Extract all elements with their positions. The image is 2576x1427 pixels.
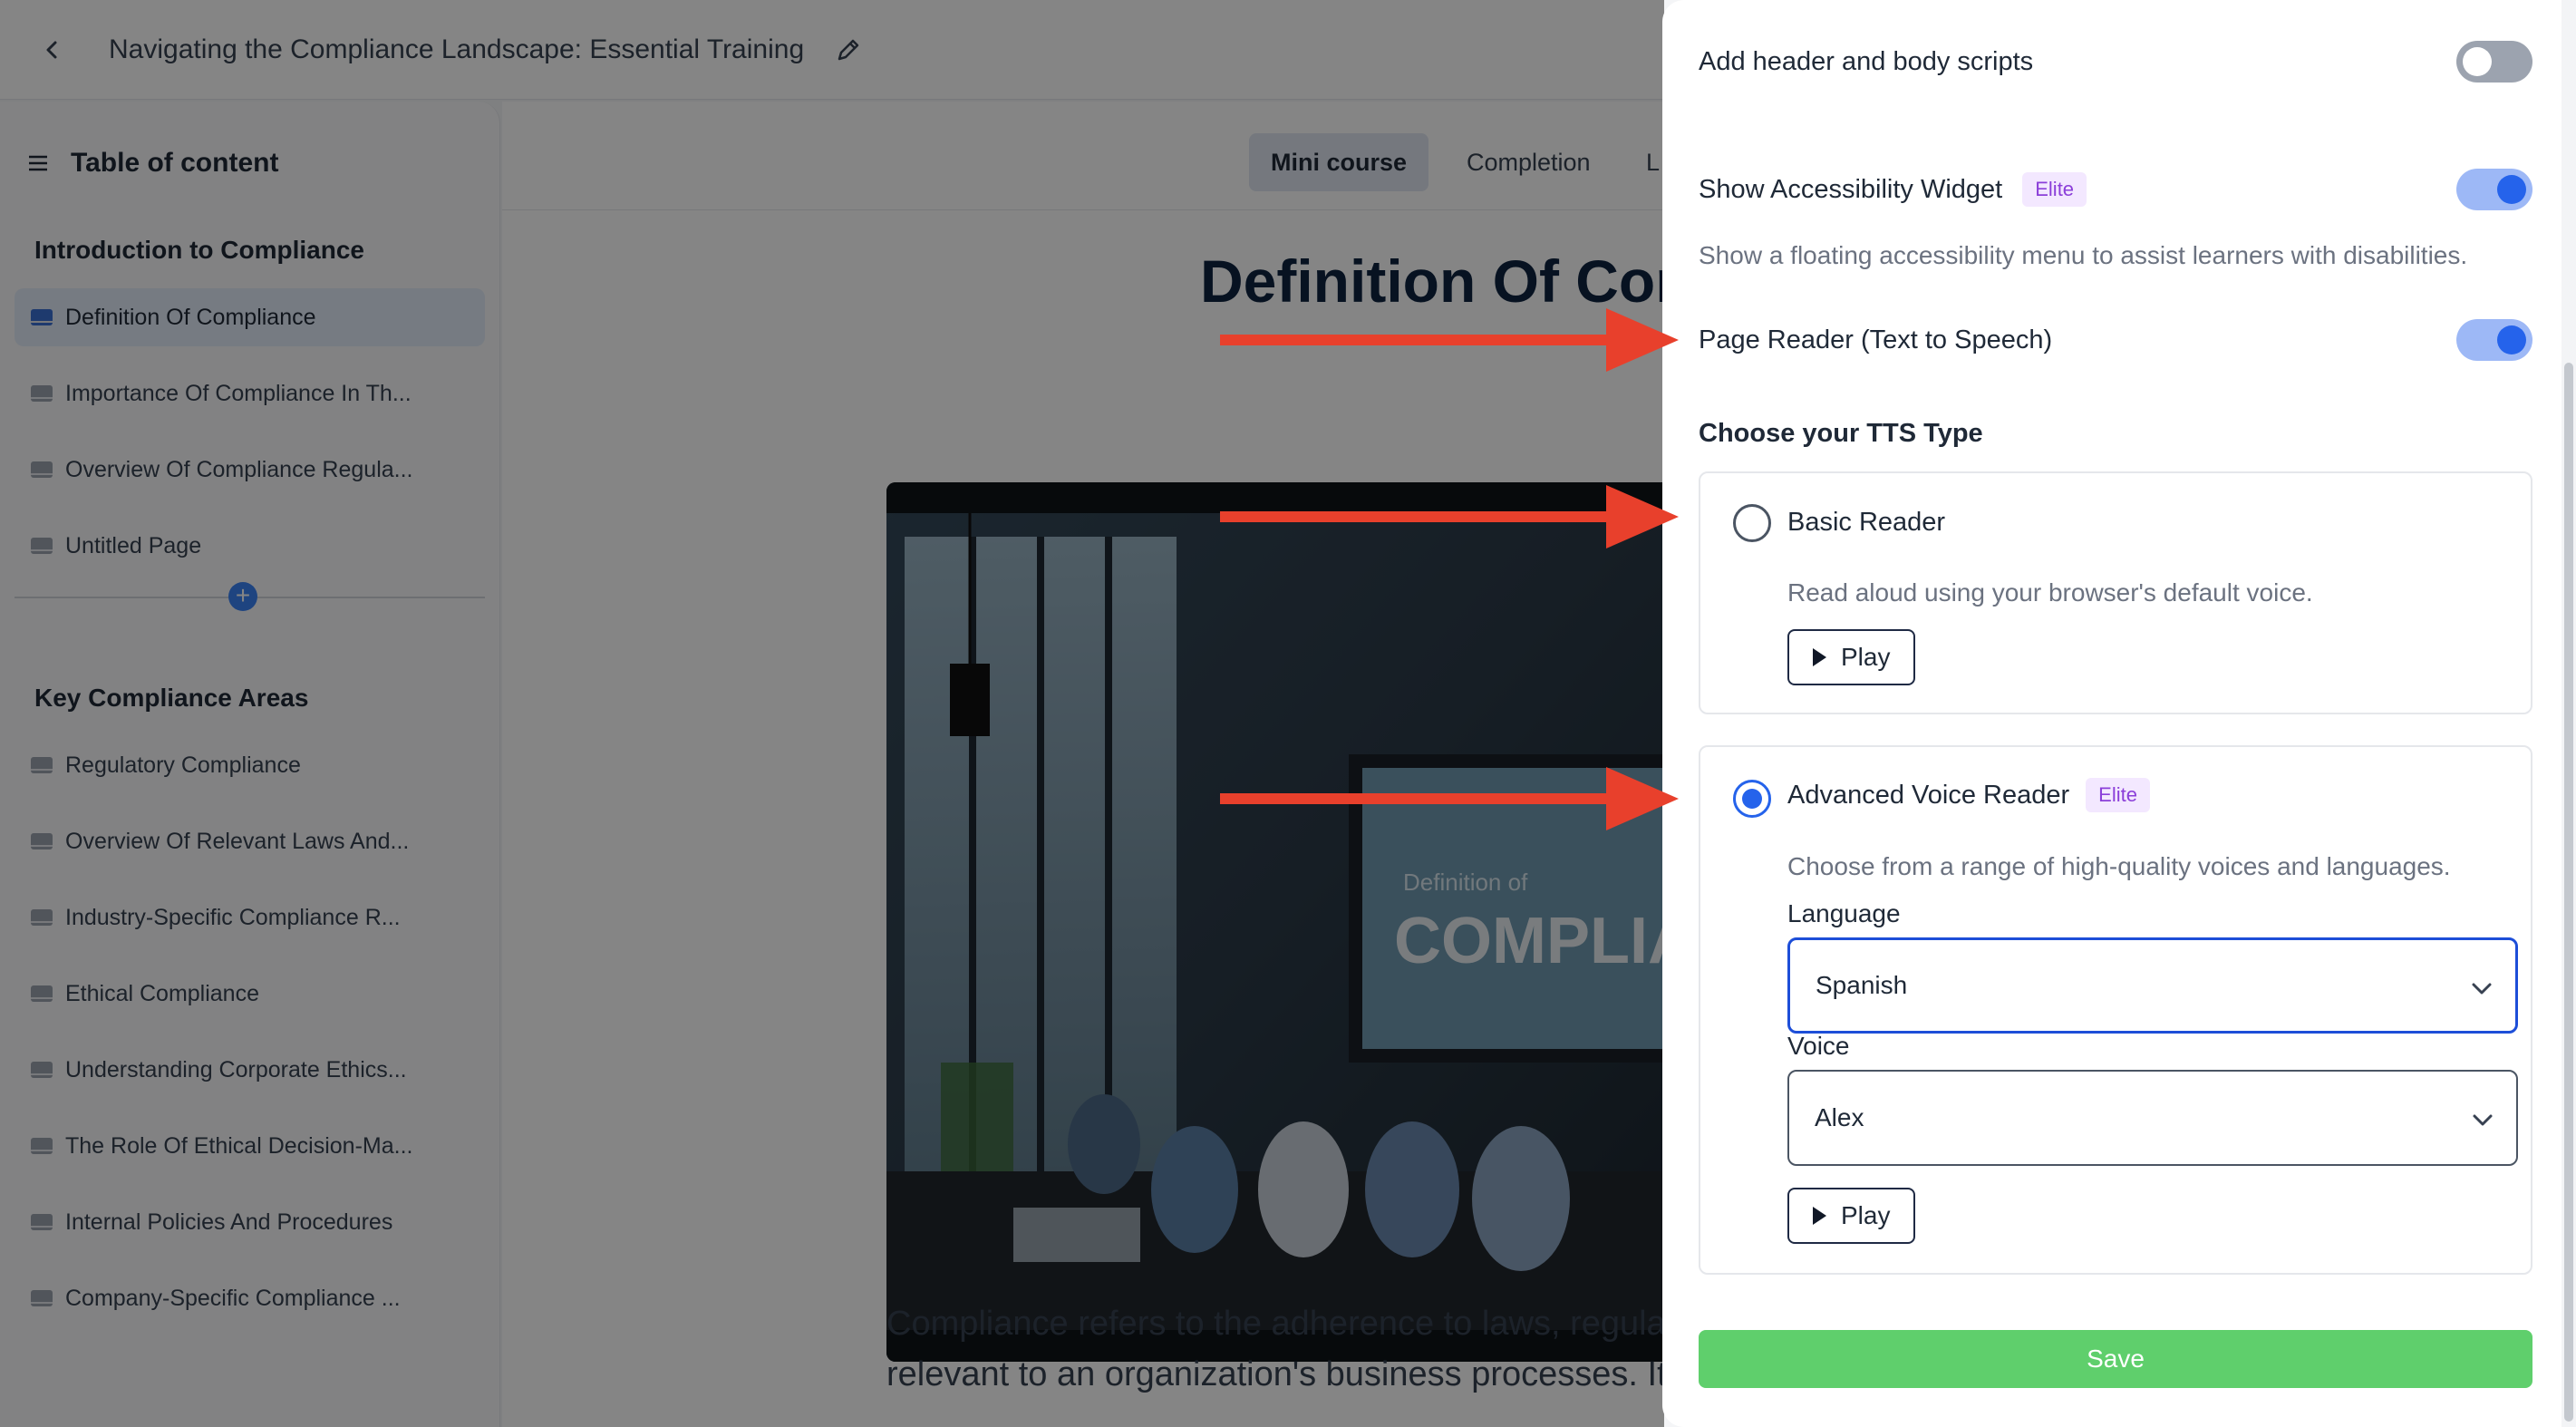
advanced-reader-description: Choose from a range of high-quality voic…: [1787, 852, 2451, 880]
advanced-reader-radio[interactable]: [1733, 780, 1771, 818]
basic-play-button[interactable]: Play: [1787, 629, 1916, 685]
play-label: Play: [1841, 643, 1891, 671]
advanced-voice-reader-card[interactable]: Advanced Voice Reader Elite Choose from …: [1699, 745, 2532, 1275]
basic-reader-title: Basic Reader: [1787, 508, 1946, 537]
toggle-knob: [2463, 47, 2492, 76]
page-reader-toggle[interactable]: [2456, 319, 2532, 361]
language-select[interactable]: Spanish: [1787, 937, 2518, 1034]
play-icon: [1813, 648, 1826, 666]
accessibility-label: Show Accessibility Widget: [1699, 174, 2003, 204]
language-value: Spanish: [1816, 971, 1908, 999]
advanced-play-button[interactable]: Play: [1787, 1188, 1916, 1244]
annotation-arrow-icon: [1220, 767, 1679, 830]
scripts-row: Add header and body scripts: [1699, 41, 2532, 83]
scripts-label: Add header and body scripts: [1699, 46, 2034, 76]
annotation-arrow-icon: [1220, 308, 1679, 372]
basic-reader-radio[interactable]: [1733, 504, 1771, 542]
save-button[interactable]: Save: [1699, 1330, 2532, 1388]
elite-badge: Elite: [2022, 172, 2087, 207]
basic-reader-card[interactable]: Basic Reader Read aloud using your brows…: [1699, 471, 2532, 714]
voice-select[interactable]: Alex: [1787, 1070, 2518, 1166]
scrollbar[interactable]: [2561, 0, 2576, 1427]
toggle-knob: [2497, 175, 2526, 204]
accessibility-row: Show Accessibility Widget Elite: [1699, 169, 2532, 210]
page-reader-label: Page Reader (Text to Speech): [1699, 325, 2053, 354]
elite-badge: Elite: [2086, 778, 2150, 812]
scripts-toggle[interactable]: [2456, 41, 2532, 83]
play-label: Play: [1841, 1201, 1891, 1229]
voice-label: Voice: [1787, 1032, 1850, 1060]
advanced-reader-title: Advanced Voice Reader Elite: [1787, 778, 2150, 812]
language-label: Language: [1787, 899, 1901, 927]
advanced-reader-title-text: Advanced Voice Reader: [1787, 780, 2070, 810]
toggle-knob: [2497, 325, 2526, 354]
chevron-down-icon: [2472, 983, 2492, 995]
chevron-down-icon: [2473, 1114, 2493, 1126]
accessibility-description: Show a floating accessibility menu to as…: [1699, 241, 2468, 269]
page-reader-row: Page Reader (Text to Speech): [1699, 319, 2532, 361]
modal-overlay[interactable]: [0, 0, 1664, 1427]
scrollbar-thumb[interactable]: [2564, 363, 2573, 1422]
settings-panel: Add header and body scripts Show Accessi…: [1662, 0, 2576, 1427]
play-icon: [1813, 1207, 1826, 1225]
accessibility-toggle[interactable]: [2456, 169, 2532, 210]
annotation-arrow-icon: [1220, 485, 1679, 548]
tts-heading: Choose your TTS Type: [1699, 419, 1983, 448]
basic-reader-description: Read aloud using your browser's default …: [1787, 578, 2313, 607]
voice-value: Alex: [1815, 1103, 1864, 1131]
